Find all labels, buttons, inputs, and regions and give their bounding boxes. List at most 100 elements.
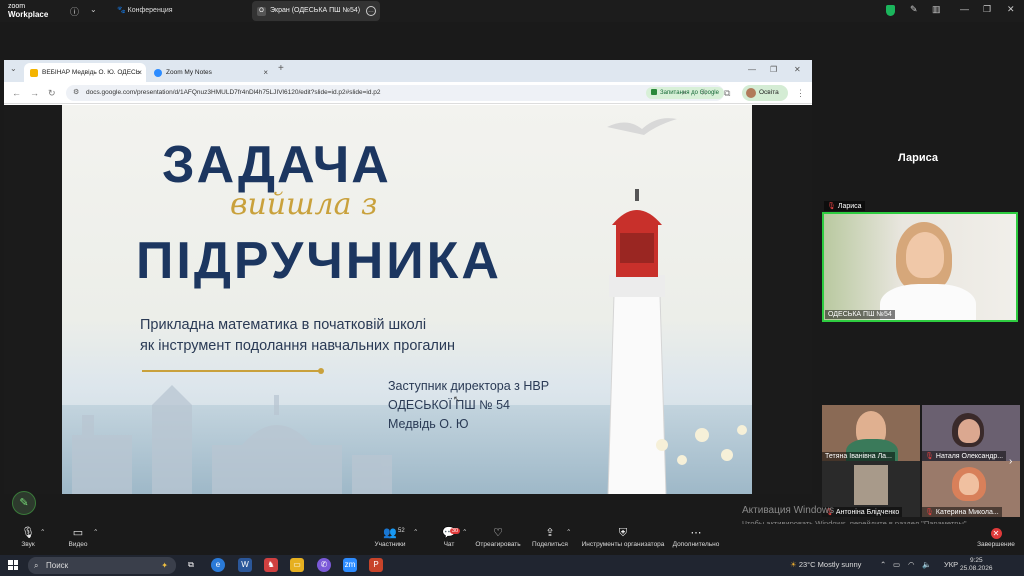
speaker-tile-label: 🎙 Лариса	[824, 201, 865, 211]
annotate-pencil-icon[interactable]: ✎	[12, 491, 36, 515]
viber-icon[interactable]: ✆	[317, 558, 331, 572]
address-bar-row: ← → ↻ ⚙ docs.google.com/presentation/d/1…	[4, 82, 812, 104]
url-field[interactable]: ⚙ docs.google.com/presentation/d/1AFQnuz…	[66, 85, 724, 101]
edge-icon[interactable]: e	[211, 558, 225, 572]
conference-button[interactable]: 🐾 Конференция	[117, 6, 173, 14]
close-icon[interactable]: ✕	[1007, 4, 1015, 15]
zoom-icon[interactable]: ⌕	[682, 87, 687, 98]
forward-icon[interactable]: →	[30, 88, 39, 98]
participant-name: Наталя Олександр...	[935, 453, 1004, 460]
language-indicator[interactable]: УКР	[944, 560, 958, 569]
screen-share-tab[interactable]: O Экран (ОДЕСЬКА ПШ №54) …	[252, 1, 380, 21]
windows-activation-title: Активация Windows	[742, 505, 835, 516]
participant-tile[interactable]: 🎙 Катерина Микола...	[922, 461, 1020, 517]
wifi-icon[interactable]: ◠	[908, 560, 915, 569]
participant-name: Катерина Микола...	[935, 509, 999, 516]
audio-options-icon[interactable]: ⌃	[40, 528, 45, 536]
share-options-icon[interactable]: ⌃	[566, 528, 571, 536]
participant-tile[interactable]: 🎙 Наталя Олександр...	[922, 405, 1020, 461]
audio-button[interactable]: 🎙 Звук	[16, 526, 40, 548]
tab-menu-icon[interactable]: ⌄	[10, 64, 17, 73]
minimize-icon[interactable]: —	[748, 65, 756, 74]
tab-presentation[interactable]: ВЕБІНАР Медвідь О. Ю. ОДЕСЬ ×	[24, 63, 146, 82]
powerpoint-icon[interactable]: P	[369, 558, 383, 572]
subtitle-line1: Прикладна математика в початковій школі	[140, 317, 427, 333]
react-button[interactable]: ♡ Отреагировать	[474, 526, 522, 548]
network-icon[interactable]: ▭	[893, 560, 900, 569]
decorative-line	[142, 370, 320, 372]
mic-muted-icon: 🎙	[925, 509, 934, 516]
new-tab-button[interactable]: +	[278, 63, 284, 74]
chevron-down-icon[interactable]: ⌄	[90, 5, 97, 14]
reload-icon[interactable]: ↻	[48, 88, 56, 99]
system-clock[interactable]: 9:25 25.08.2026	[960, 557, 993, 573]
extensions-icon[interactable]: ⧉	[724, 88, 730, 99]
city-illustration	[72, 385, 392, 494]
restore-icon[interactable]: ❐	[983, 4, 991, 15]
restore-icon[interactable]: ❐	[770, 65, 777, 74]
audio-label: Звук	[21, 541, 35, 548]
flowers-illustration	[656, 425, 747, 465]
mic-muted-icon: 🎙	[925, 453, 934, 460]
end-label: Завершение	[977, 541, 1015, 548]
active-speaker-video[interactable]: ОДЕСЬКА ПШ №54	[822, 212, 1018, 322]
notes-icon[interactable]: ▥	[932, 4, 941, 15]
more-button[interactable]: ⋯ Дополнительно	[672, 526, 720, 548]
profile-button[interactable]: Освіта	[742, 85, 788, 101]
participant-tile[interactable]: 🎙 Антоніна Блідченко	[822, 461, 920, 517]
participants-label: Участники	[374, 541, 406, 548]
taskbar-search[interactable]: ⌕ Поиск ✦	[28, 557, 176, 574]
close-icon[interactable]: ✕	[794, 65, 801, 74]
chat-label: Чат	[443, 541, 455, 548]
chat-badge: 30	[450, 528, 461, 534]
chat-options-icon[interactable]: ⌃	[462, 528, 467, 536]
participants-options-icon[interactable]: ⌃	[413, 528, 418, 536]
participant-face	[959, 473, 979, 495]
volume-icon[interactable]: 🔈	[922, 560, 931, 569]
end-meeting-button[interactable]: ✕ Завершение	[976, 526, 1016, 548]
video-button[interactable]: ▭ Видео	[64, 526, 92, 548]
participant-tile[interactable]: Тетяна Іванівна Ла...	[822, 405, 920, 461]
info-icon[interactable]: ⓘ	[70, 5, 79, 18]
weather-widget[interactable]: ☀ 23°C Mostly sunny	[790, 560, 861, 569]
mouse-cursor-icon: ↖	[453, 394, 461, 404]
participants-button[interactable]: 👥 52 Участники	[370, 526, 410, 548]
react-label: Отреагировать	[475, 541, 521, 548]
seagull-illustration	[607, 118, 677, 135]
participant-name: Тетяна Іванівна Ла...	[822, 452, 895, 461]
word-icon[interactable]: W	[238, 558, 252, 572]
zoom-taskbar-icon[interactable]: zm	[343, 558, 357, 572]
share-button[interactable]: ⇪ Поделиться	[532, 526, 568, 548]
zoom-toolbar: 🎙 Звук ⌃ ▭ Видео ⌃ 👥 52 Участники ⌃ 💬 30…	[0, 524, 1024, 554]
back-icon[interactable]: ←	[12, 88, 21, 98]
tab-label: Zoom My Notes	[166, 69, 212, 76]
bookmark-star-icon[interactable]: ☆	[700, 87, 708, 98]
slide-title-bottom: ПІДРУЧНИКА	[136, 232, 502, 290]
video-options-icon[interactable]: ⌃	[93, 528, 98, 536]
browser-menu-icon[interactable]: ⋮	[796, 88, 805, 99]
zoom-top-bar: zoom Workplace ⓘ ⌄ 🐾 Конференция O Экран…	[0, 0, 1024, 22]
close-tab-icon[interactable]: ×	[137, 68, 142, 77]
tab-zoom-notes[interactable]: Zoom My Notes ×	[148, 63, 272, 82]
tray-chevron-icon[interactable]: ⌃	[880, 560, 886, 569]
presentation-slide: ЗАДАЧА вийшла з ПІДРУЧНИКА Прикладна мат…	[62, 105, 752, 494]
encryption-shield-icon[interactable]	[886, 5, 895, 16]
chat-button[interactable]: 💬 30 Чат	[438, 526, 461, 548]
task-view-icon[interactable]: ⧉	[184, 558, 198, 572]
url-text: docs.google.com/presentation/d/1AFQnuz3H…	[86, 89, 381, 96]
site-settings-icon[interactable]: ⚙	[73, 88, 79, 96]
close-tab-icon[interactable]: ×	[263, 68, 268, 77]
share-label: Поделиться	[532, 541, 568, 548]
host-tools-button[interactable]: ⛨ Инструменты организатора	[580, 526, 666, 548]
slide-title-script: вийшла з	[230, 187, 378, 222]
next-page-icon[interactable]: ›	[1009, 456, 1012, 467]
windows-start-icon[interactable]	[8, 560, 18, 570]
more-icon[interactable]: …	[366, 6, 376, 16]
minimize-icon[interactable]: —	[960, 4, 969, 14]
participant-name: Антоніна Блідченко	[835, 509, 900, 516]
clock-date: 25.08.2026	[960, 565, 993, 572]
app-icon[interactable]: ♞	[264, 558, 278, 572]
file-explorer-icon[interactable]: ▭	[290, 558, 304, 572]
sparkle-icon[interactable]: ✎	[910, 4, 918, 15]
slides-icon	[30, 68, 38, 77]
